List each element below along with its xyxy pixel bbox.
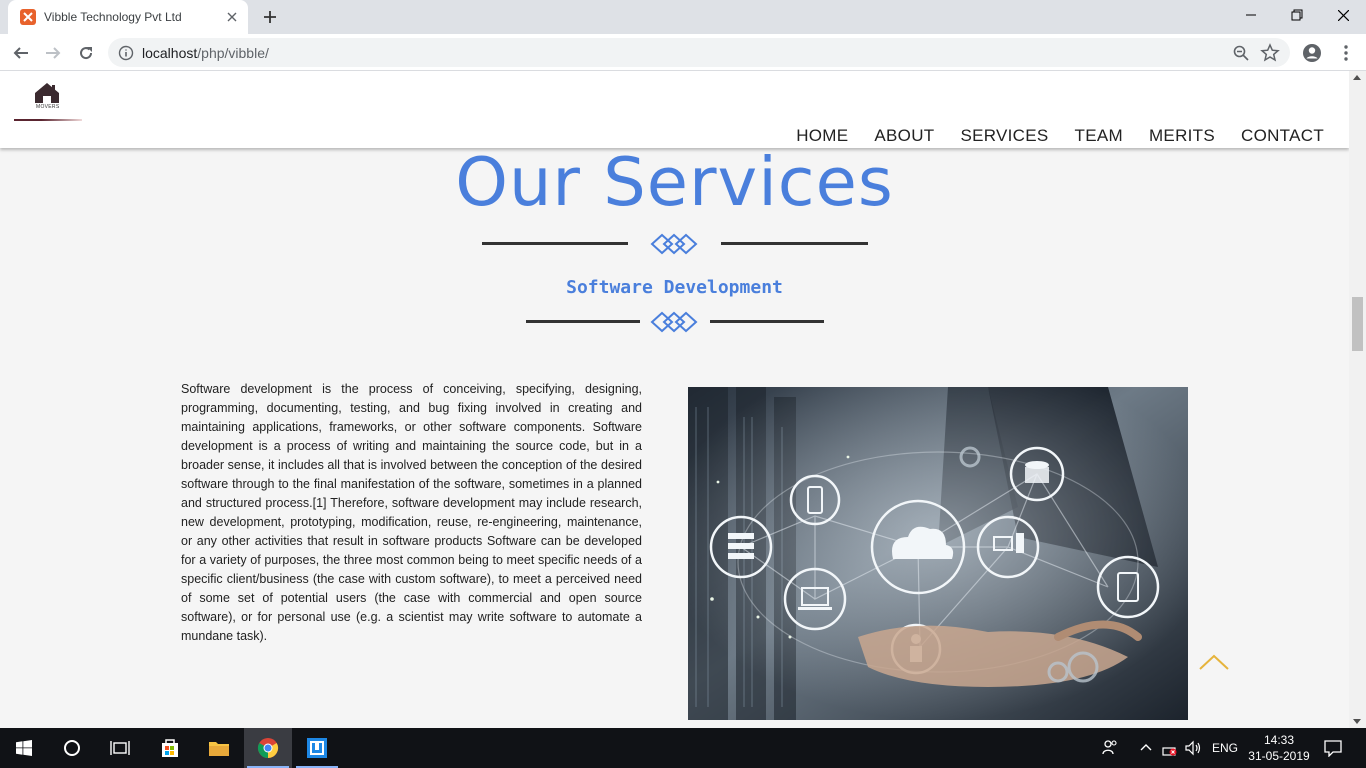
network-icon[interactable]	[1162, 740, 1178, 759]
heading-divider	[482, 233, 868, 255]
section-heading: Our Services	[455, 143, 894, 221]
address-bar[interactable]: localhost/php/vibble/	[108, 38, 1290, 67]
app-icon[interactable]	[293, 728, 341, 768]
chrome-icon[interactable]	[244, 728, 292, 768]
site-logo[interactable]: MOVERS	[14, 77, 82, 123]
tab-close-icon[interactable]	[224, 9, 240, 25]
clock-date: 31-05-2019	[1248, 749, 1310, 763]
star-icon[interactable]	[1260, 43, 1280, 63]
file-explorer-icon[interactable]	[195, 728, 243, 768]
forward-icon[interactable]	[39, 39, 67, 67]
url-text: localhost/php/vibble/	[142, 45, 269, 61]
zoom-icon[interactable]	[1232, 44, 1250, 62]
site-navbar: MOVERS HOME ABOUT SERVICES TEAM MERITS C…	[0, 71, 1349, 148]
subheading-divider	[526, 311, 824, 333]
diamond-ornament-icon	[650, 311, 698, 333]
clock[interactable]: 14:33 31-05-2019	[1244, 732, 1314, 764]
movers-logo-icon	[35, 83, 59, 103]
scroll-to-top-icon[interactable]	[1198, 653, 1230, 671]
maximize-icon[interactable]	[1274, 0, 1320, 30]
new-tab-icon[interactable]	[258, 6, 282, 28]
menu-kebab-icon[interactable]	[1332, 39, 1360, 67]
store-icon[interactable]	[146, 728, 194, 768]
service-description: Software development is the process of c…	[181, 382, 642, 643]
cloud-technology-image	[688, 387, 1188, 720]
web-page: MOVERS HOME ABOUT SERVICES TEAM MERITS C…	[0, 71, 1349, 728]
browser-toolbar: localhost/php/vibble/	[0, 34, 1366, 71]
back-icon[interactable]	[7, 39, 35, 67]
volume-icon[interactable]	[1185, 740, 1203, 759]
clock-time: 14:33	[1263, 733, 1295, 747]
chevron-up-icon[interactable]	[1140, 741, 1152, 755]
windows-taskbar: ENG 14:33 31-05-2019	[0, 728, 1366, 768]
minimize-icon[interactable]	[1228, 0, 1274, 30]
reload-icon[interactable]	[72, 39, 100, 67]
scroll-down-icon[interactable]	[1353, 719, 1361, 724]
browser-tab-strip: Vibble Technology Pvt Ltd	[0, 0, 1366, 34]
url-host: localhost	[142, 45, 198, 61]
logo-underline	[14, 119, 82, 121]
scrollbar-thumb[interactable]	[1352, 297, 1363, 351]
logo-text: MOVERS	[36, 104, 60, 110]
browser-tab[interactable]: Vibble Technology Pvt Ltd	[8, 0, 248, 34]
url-path: /php/vibble/	[197, 45, 269, 61]
divider-line-right	[710, 320, 824, 323]
people-icon[interactable]	[1102, 739, 1118, 758]
xampp-favicon-icon	[20, 9, 36, 25]
language-indicator[interactable]: ENG	[1212, 741, 1238, 755]
divider-line-left	[482, 242, 628, 245]
tab-title: Vibble Technology Pvt Ltd	[44, 10, 182, 24]
cortana-icon[interactable]	[48, 728, 96, 768]
scroll-up-icon[interactable]	[1353, 75, 1361, 80]
window-close-icon[interactable]	[1320, 0, 1366, 30]
divider-line-right	[721, 242, 868, 245]
service-subheading: Software Development	[566, 277, 783, 298]
info-icon[interactable]	[118, 45, 134, 61]
page-scrollbar[interactable]	[1349, 71, 1366, 728]
windows-start-icon[interactable]	[0, 728, 48, 768]
diamond-ornament-icon	[650, 233, 698, 255]
task-view-icon[interactable]	[96, 728, 144, 768]
divider-line-left	[526, 320, 640, 323]
account-icon[interactable]	[1298, 39, 1326, 67]
notification-icon[interactable]	[1324, 739, 1342, 760]
